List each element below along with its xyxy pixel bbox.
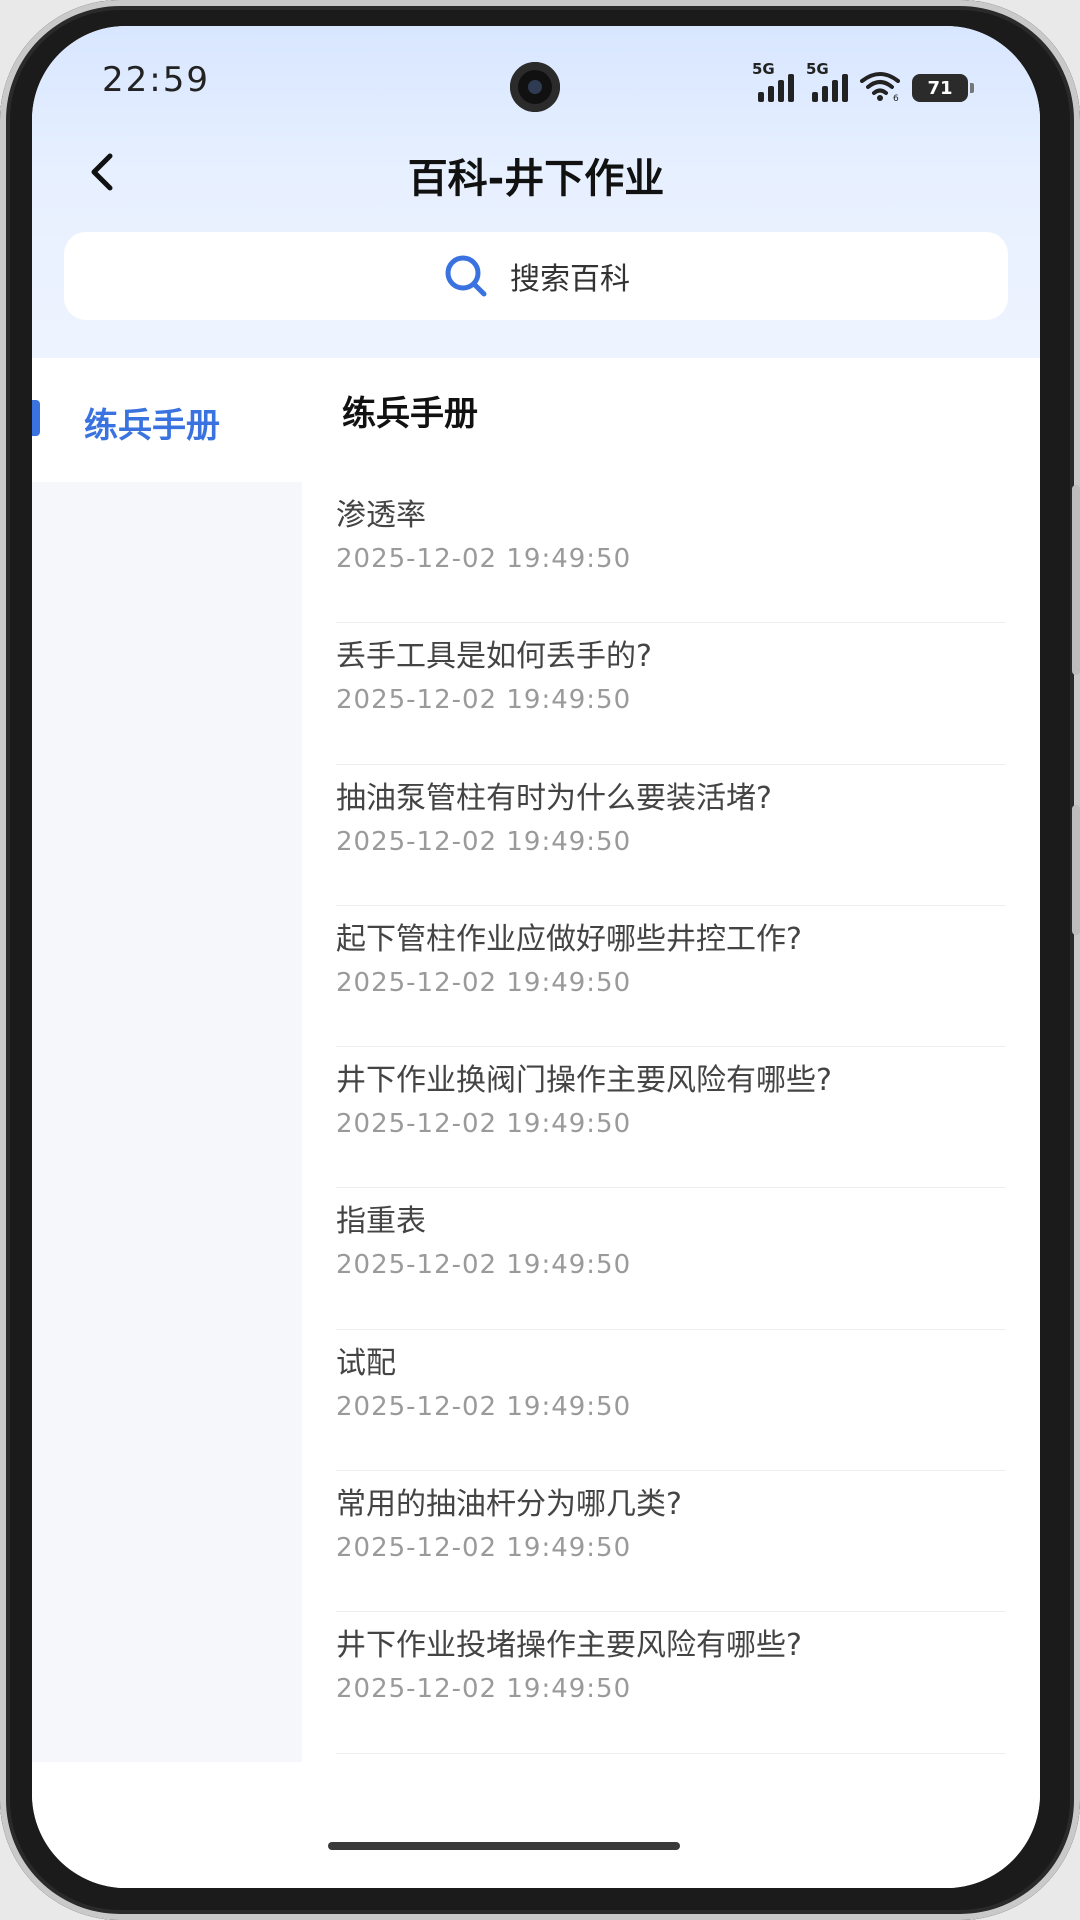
list-item[interactable]: 试配 2025-12-02 19:49:50 bbox=[336, 1330, 1006, 1472]
item-date: 2025-12-02 19:49:50 bbox=[336, 544, 632, 574]
item-title: 渗透率 bbox=[336, 498, 426, 533]
battery-icon: 71 bbox=[912, 74, 974, 102]
list-item[interactable]: 抽油泵管柱有时为什么要装活堵? 2025-12-02 19:49:50 bbox=[336, 765, 1006, 906]
sidebar-item-training-manual[interactable]: 练兵手册 bbox=[32, 358, 302, 482]
page-title: 百科-井下作业 bbox=[407, 156, 665, 202]
wifi-label: 6 bbox=[893, 94, 899, 102]
list-item[interactable]: 井下作业换阀门操作主要风险有哪些? 2025-12-02 19:49:50 bbox=[336, 1047, 1006, 1189]
power-button bbox=[1072, 805, 1080, 935]
sidebar-item-label: 练兵手册 bbox=[84, 406, 220, 446]
search-placeholder: 搜索百科 bbox=[510, 262, 630, 297]
item-title: 起下管柱作业应做好哪些井控工作? bbox=[336, 921, 802, 957]
list-item[interactable]: 指重表 2025-12-02 19:49:50 bbox=[336, 1188, 1006, 1330]
content-panel: 练兵手册 渗透率 2025-12-02 19:49:50 丢手工具是如何丢手的?… bbox=[302, 358, 1040, 1762]
list-item[interactable]: 常用的抽油杆分为哪几类? 2025-12-02 19:49:50 bbox=[336, 1471, 1006, 1613]
home-indicator[interactable] bbox=[328, 1842, 680, 1850]
status-icons: 5G 5G 6 71 bbox=[752, 60, 974, 102]
active-indicator bbox=[32, 400, 40, 436]
wifi-icon: 6 bbox=[860, 72, 900, 102]
item-date: 2025-12-02 19:49:50 bbox=[336, 967, 632, 998]
item-title: 抽油泵管柱有时为什么要装活堵? bbox=[336, 780, 772, 816]
bottom-area bbox=[32, 1762, 1040, 1888]
item-title: 丢手工具是如何丢手的? bbox=[336, 639, 652, 675]
search-icon bbox=[445, 255, 487, 297]
item-date: 2025-12-02 19:49:50 bbox=[336, 1533, 632, 1564]
item-title: 试配 bbox=[336, 1345, 396, 1381]
battery-level: 71 bbox=[927, 77, 953, 99]
list-item[interactable]: 井下作业投堵操作主要风险有哪些? 2025-12-02 19:49:50 bbox=[336, 1612, 1006, 1754]
phone-frame: 22:59 5G 5G 6 71 百科-井下作业 搜索百科 练兵手册 练兵手册 … bbox=[0, 0, 1080, 1920]
signal-label: 5G bbox=[752, 60, 775, 78]
front-camera bbox=[510, 62, 560, 112]
item-date: 2025-12-02 19:49:50 bbox=[336, 1391, 632, 1422]
list-item[interactable]: 起下管柱作业应做好哪些井控工作? 2025-12-02 19:49:50 bbox=[336, 906, 1006, 1048]
status-bar: 22:59 5G 5G 6 71 bbox=[32, 26, 1040, 136]
item-title: 井下作业投堵操作主要风险有哪些? bbox=[336, 1628, 802, 1664]
item-title: 常用的抽油杆分为哪几类? bbox=[336, 1487, 682, 1523]
item-date: 2025-12-02 19:49:50 bbox=[336, 1250, 632, 1281]
article-list: 渗透率 2025-12-02 19:49:50 丢手工具是如何丢手的? 2025… bbox=[302, 482, 1040, 1754]
list-item[interactable]: 渗透率 2025-12-02 19:49:50 bbox=[336, 482, 1006, 624]
search-bar[interactable]: 搜索百科 bbox=[64, 232, 1008, 320]
item-date: 2025-12-02 19:49:50 bbox=[336, 826, 632, 857]
signal-icon-sim2: 5G bbox=[806, 60, 848, 102]
status-time: 22:59 bbox=[102, 60, 210, 100]
category-sidebar: 练兵手册 bbox=[32, 358, 302, 1762]
signal-icon-sim1: 5G bbox=[752, 60, 794, 102]
list-item[interactable]: 丢手工具是如何丢手的? 2025-12-02 19:49:50 bbox=[336, 623, 1006, 765]
item-date: 2025-12-02 19:49:50 bbox=[336, 685, 632, 716]
item-title: 指重表 bbox=[336, 1204, 426, 1240]
item-date: 2025-12-02 19:49:50 bbox=[336, 1109, 632, 1140]
signal-label: 5G bbox=[806, 60, 829, 78]
section-title: 练兵手册 bbox=[342, 394, 478, 434]
nav-bar: 百科-井下作业 bbox=[32, 136, 1040, 216]
item-title: 井下作业换阀门操作主要风险有哪些? bbox=[336, 1063, 832, 1099]
screen: 22:59 5G 5G 6 71 百科-井下作业 搜索百科 练兵手册 练兵手册 … bbox=[32, 26, 1040, 1888]
volume-button bbox=[1072, 485, 1080, 675]
item-date: 2025-12-02 19:49:50 bbox=[336, 1674, 632, 1705]
